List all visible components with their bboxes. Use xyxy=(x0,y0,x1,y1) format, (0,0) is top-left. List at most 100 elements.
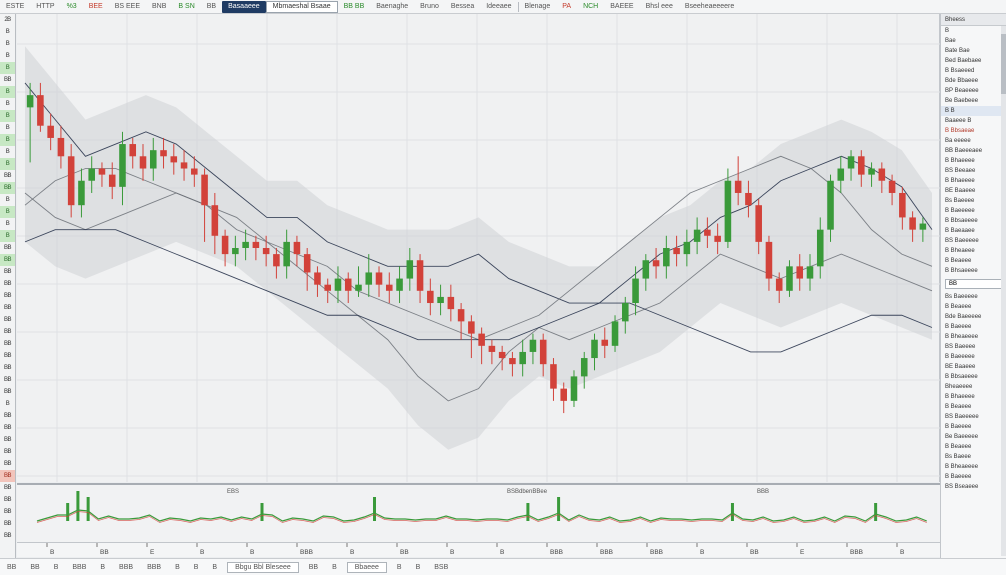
candle-body xyxy=(734,180,742,193)
watchlist-filter-box[interactable]: BB xyxy=(945,279,1002,289)
candle-body xyxy=(355,284,362,291)
toolbar-item[interactable]: BEE xyxy=(83,1,109,13)
watchlist-row[interactable]: B Bbsaeae xyxy=(941,126,1006,136)
watchlist-row[interactable]: BB Baeeeaee xyxy=(941,146,1006,156)
status-item: BBB xyxy=(119,563,134,571)
status-item: B xyxy=(175,563,180,571)
toolbar-item[interactable]: BS EEE xyxy=(109,1,146,13)
watchlist-row[interactable]: B Baeeeee xyxy=(941,206,1006,216)
toolbar-item[interactable]: %3 xyxy=(61,1,83,13)
status-item: B xyxy=(100,563,106,571)
watchlist-row[interactable]: B Baeeee xyxy=(941,472,1006,482)
toolbar-item[interactable]: Baenaghe xyxy=(370,1,414,13)
main-candlestick-chart[interactable] xyxy=(17,14,940,482)
watchlist-row[interactable]: Bed Baebaee xyxy=(941,56,1006,66)
watchlist-row[interactable]: Bate Bae xyxy=(941,46,1006,56)
toolbar-item[interactable]: B SN xyxy=(172,1,200,13)
toolbar-item[interactable]: Blenage xyxy=(519,1,557,13)
watchlist-row[interactable]: B B xyxy=(941,106,1006,116)
watchlist-row[interactable]: B Baeeeee xyxy=(941,352,1006,362)
price-label: BB xyxy=(3,413,12,419)
indicator-bar xyxy=(76,491,80,521)
toolbar-item[interactable]: PA xyxy=(556,1,577,13)
price-label: B xyxy=(5,29,10,35)
watchlist-row[interactable]: BS Bseaeee xyxy=(941,482,1006,492)
axis-tick-label: B xyxy=(200,549,204,556)
watchlist-row[interactable]: Bde Baeeeee xyxy=(941,312,1006,322)
axis-tick-label: B xyxy=(700,549,704,556)
status-item: B xyxy=(332,563,337,571)
toolbar-item[interactable]: BAEEE xyxy=(604,1,639,13)
axis-tick-label: BB xyxy=(100,549,109,556)
candle-body xyxy=(365,272,373,285)
watchlist-row[interactable]: B Bhaeeee xyxy=(941,176,1006,186)
watchlist-row[interactable]: Bde Bbaeee xyxy=(941,76,1006,86)
watchlist-row[interactable]: BP Beaeeee xyxy=(941,86,1006,96)
watchlist-scrollbar[interactable] xyxy=(1001,26,1006,556)
candle-body xyxy=(427,290,434,304)
candle-body xyxy=(437,296,444,304)
watchlist-row[interactable]: BS Baeeee xyxy=(941,342,1006,352)
price-label: B xyxy=(0,206,15,218)
watchlist-row[interactable]: B Beaeee xyxy=(941,302,1006,312)
watchlist-row[interactable]: B Bbsaeeee xyxy=(941,216,1006,226)
price-label: BB xyxy=(3,365,12,371)
toolbar-item[interactable]: BB BB xyxy=(338,1,371,13)
watchlist-row[interactable]: Be Baeeeee xyxy=(941,432,1006,442)
candle[interactable] xyxy=(550,358,557,401)
watchlist-row[interactable]: Bs Baeeee xyxy=(941,196,1006,206)
watchlist-row[interactable]: BS Baeeeee xyxy=(941,412,1006,422)
status-item: B xyxy=(53,563,59,571)
watchlist-row[interactable]: BE Baaeee xyxy=(941,186,1006,196)
watchlist-row[interactable]: B Baeeee xyxy=(941,322,1006,332)
price-label: BB xyxy=(3,293,12,299)
watchlist-row[interactable]: B Baeeee xyxy=(941,422,1006,432)
watchlist-row[interactable]: BS Baeeeee xyxy=(941,236,1006,246)
watchlist-scroll-thumb[interactable] xyxy=(1001,34,1006,94)
status-item: BB xyxy=(308,563,319,571)
toolbar-item[interactable]: BNB xyxy=(146,1,172,13)
price-label: B xyxy=(0,110,15,122)
toolbar-right-item[interactable]: Bseeheaeeeere xyxy=(679,1,740,13)
sub-chart-svg[interactable]: EBS BSBdbenBBee BBB xyxy=(17,485,940,543)
price-label: BB xyxy=(3,77,12,83)
toolbar-item[interactable]: Bruno xyxy=(414,1,445,13)
toolbar-active-tab[interactable]: Mbmaeshal Bsaae xyxy=(265,0,338,13)
toolbar-right-item[interactable]: Bhsl eee xyxy=(640,1,679,13)
watchlist-row[interactable]: B Bhaeeee xyxy=(941,156,1006,166)
watchlist-row[interactable]: Ba eeeee xyxy=(941,136,1006,146)
watchlist-row[interactable]: Bae xyxy=(941,36,1006,46)
watchlist-row[interactable]: B Beaeee xyxy=(941,256,1006,266)
watchlist-row[interactable]: BE Baaeee xyxy=(941,362,1006,372)
watchlist-row[interactable]: Bheaeeee xyxy=(941,382,1006,392)
indicator-subchart[interactable]: EBS BSBdbenBBee BBB xyxy=(17,483,940,543)
candle-body xyxy=(550,364,557,389)
toolbar-item[interactable]: ESTE xyxy=(0,1,30,13)
watchlist-row[interactable]: Be Baebeee xyxy=(941,96,1006,106)
watchlist-row[interactable]: Bs Baeee xyxy=(941,452,1006,462)
watchlist-row[interactable]: B Bheaeeee xyxy=(941,462,1006,472)
watchlist-row[interactable]: B Bheaeee xyxy=(941,246,1006,256)
toolbar-item[interactable]: Bessea xyxy=(445,1,480,13)
watchlist-row[interactable]: BS Beeaee xyxy=(941,166,1006,176)
watchlist-row[interactable]: B Beaeee xyxy=(941,442,1006,452)
main-chart-svg[interactable] xyxy=(17,14,940,482)
toolbar-item[interactable]: Ideeaee xyxy=(480,1,517,13)
axis-tick-label: BBB xyxy=(300,549,313,556)
watchlist-row[interactable]: B Bsaeeed xyxy=(941,66,1006,76)
watchlist-row[interactable]: B Beaeee xyxy=(941,402,1006,412)
watchlist-row[interactable]: B Bheaeeee xyxy=(941,332,1006,342)
toolbar-item[interactable]: HTTP xyxy=(30,1,60,13)
watchlist-row[interactable]: B xyxy=(941,26,1006,36)
toolbar-secondary-tab[interactable]: Basaaeee xyxy=(222,0,266,13)
toolbar-item[interactable]: BB xyxy=(201,1,222,13)
watchlist-row[interactable]: Bs Baeeeee xyxy=(941,292,1006,302)
toolbar-item[interactable]: NCH xyxy=(577,1,604,13)
price-label: BB xyxy=(3,425,12,431)
watchlist-row[interactable]: B Baeaaee xyxy=(941,226,1006,236)
watchlist-row[interactable]: B Bbsaeeee xyxy=(941,372,1006,382)
price-label: BB xyxy=(3,173,12,179)
watchlist-row[interactable]: Baaeee B xyxy=(941,116,1006,126)
watchlist-row[interactable]: B Bhsaeeee xyxy=(941,266,1006,276)
watchlist-row[interactable]: B Bhaeeee xyxy=(941,392,1006,402)
